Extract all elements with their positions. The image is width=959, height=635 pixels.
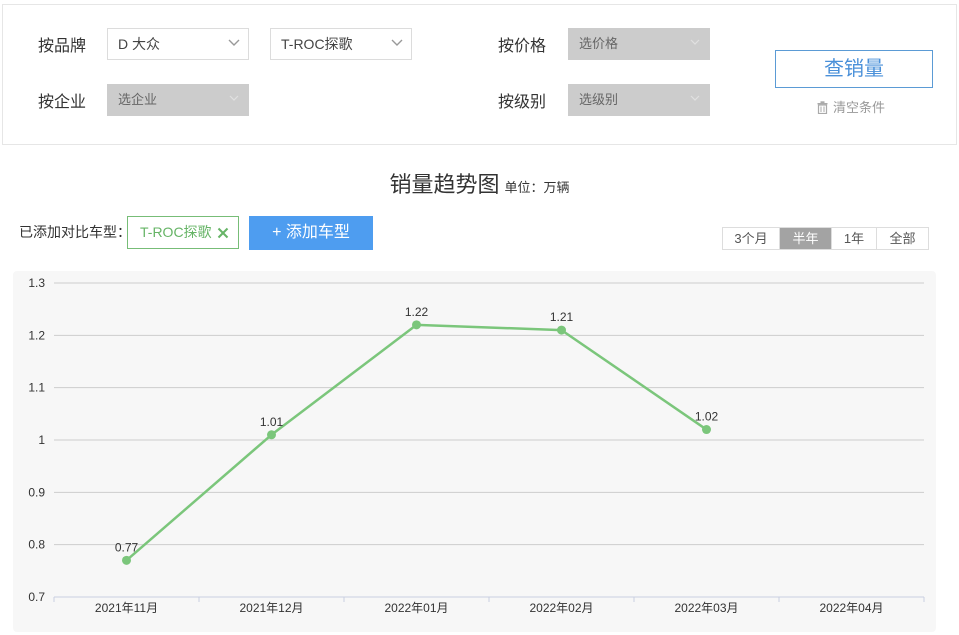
data-label: 1.22 <box>405 305 429 319</box>
data-point <box>702 425 711 435</box>
brand-label: 按品牌 <box>38 38 87 55</box>
price-select-placeholder: 选价格 <box>579 36 619 51</box>
data-label: 1.02 <box>695 410 719 424</box>
close-icon[interactable] <box>217 227 229 239</box>
clear-conditions-link[interactable]: 清空条件 <box>817 99 885 117</box>
y-tick-label: 0.7 <box>28 590 45 604</box>
level-label: 按级别 <box>498 94 547 111</box>
y-tick-label: 0.9 <box>28 485 45 499</box>
chart-unit: 单位：万辆 <box>504 180 570 195</box>
x-tick-label: 2022年02月 <box>529 601 593 615</box>
chevron-down-icon <box>391 39 403 46</box>
query-sales-button[interactable]: 查销量 <box>775 50 933 88</box>
model-select[interactable]: T-ROC探歌 <box>270 28 412 60</box>
level-select-placeholder: 选级别 <box>579 92 619 107</box>
chevron-down-icon <box>229 95 239 101</box>
tab-half-year[interactable]: 半年 <box>780 228 832 249</box>
filter-panel: 按品牌 D 大众 T-ROC探歌 按价格 选价格 按企业 选企业 按级别 选级别… <box>2 4 957 145</box>
trash-icon <box>817 101 828 115</box>
data-label: 1.21 <box>550 310 574 324</box>
series-line <box>125 323 708 562</box>
y-tick-label: 1.1 <box>28 381 45 395</box>
chevron-down-icon <box>228 39 240 46</box>
data-point <box>412 320 421 330</box>
clear-conditions-label: 清空条件 <box>833 100 886 115</box>
price-select[interactable]: 选价格 <box>568 28 710 60</box>
chevron-down-icon <box>690 39 700 45</box>
level-select[interactable]: 选级别 <box>568 84 710 116</box>
data-point <box>267 430 276 440</box>
x-tick-label: 2022年04月 <box>819 601 883 615</box>
y-tick-label: 0.8 <box>28 538 45 552</box>
y-tick-label: 1 <box>38 433 45 447</box>
compare-label: 已添加对比车型： <box>19 224 131 240</box>
data-label: 1.01 <box>260 415 284 429</box>
price-label: 按价格 <box>498 38 547 55</box>
company-label: 按企业 <box>38 94 87 111</box>
x-tick-label: 2022年03月 <box>674 601 738 615</box>
data-label: 0.77 <box>115 540 139 554</box>
y-tick-label: 1.2 <box>28 328 45 342</box>
tab-3-months[interactable]: 3个月 <box>723 228 780 249</box>
company-select-placeholder: 选企业 <box>118 92 158 107</box>
sales-trend-chart: 0.7 0.8 0.9 1 1.1 1.2 1.3 2021年11月 2021年12月 2022年… <box>13 271 936 632</box>
brand-select-value: D 大众 <box>118 36 160 52</box>
x-tick-label: 2021年11月 <box>95 601 158 615</box>
tab-all[interactable]: 全部 <box>877 228 928 249</box>
data-point <box>122 555 131 565</box>
chevron-down-icon <box>690 95 700 101</box>
time-range-tabs: 3个月 半年 1年 全部 <box>722 227 929 250</box>
y-tick-label: 1.3 <box>28 276 45 290</box>
chart-title: 销量趋势图 单位：万辆 <box>0 170 959 203</box>
x-tick-label: 2022年01月 <box>384 601 448 615</box>
x-tick-label: 2021年12月 <box>239 601 303 615</box>
model-select-value: T-ROC探歌 <box>281 36 353 52</box>
data-point <box>557 325 566 335</box>
compare-tag: T-ROC探歌 <box>127 216 239 249</box>
add-model-button[interactable]: + 添加车型 <box>249 216 373 250</box>
tab-1-year[interactable]: 1年 <box>832 228 877 249</box>
chart-title-text: 销量趋势图 <box>389 172 500 197</box>
company-select[interactable]: 选企业 <box>107 84 249 116</box>
brand-select[interactable]: D 大众 <box>107 28 249 60</box>
chart-canvas: 0.7 0.8 0.9 1 1.1 1.2 1.3 2021年11月 2021年12月 2022年… <box>28 276 925 615</box>
compare-tag-label: T-ROC探歌 <box>140 224 212 240</box>
